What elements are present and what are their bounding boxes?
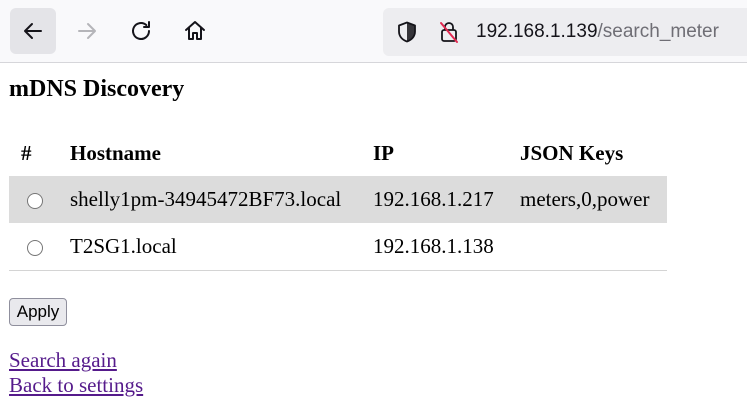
back-button[interactable]	[10, 8, 56, 54]
table-row[interactable]: shelly1pm-34945472BF73.local 192.168.1.2…	[9, 176, 667, 223]
json-keys-cell: meters,0,power	[508, 176, 667, 223]
back-arrow-icon	[24, 23, 42, 39]
table-row[interactable]: T2SG1.local 192.168.1.138	[9, 223, 667, 271]
url-host: 192.168.1.139	[476, 21, 598, 42]
back-to-settings-link[interactable]: Back to settings	[9, 373, 143, 398]
column-header-json-keys: JSON Keys	[520, 140, 624, 165]
hostname-cell: shelly1pm-34945472BF73.local	[58, 176, 361, 223]
address-bar[interactable]: 192.168.1.139/search_meter	[383, 8, 747, 56]
hostname-cell: T2SG1.local	[58, 223, 361, 271]
column-header-number: #	[21, 140, 32, 165]
row-select-cell	[9, 176, 58, 223]
json-keys-cell	[508, 223, 667, 271]
shield-icon[interactable]	[395, 20, 419, 44]
url-text[interactable]: 192.168.1.139/search_meter	[476, 20, 719, 44]
forward-arrow-icon	[78, 23, 96, 39]
home-icon	[185, 21, 205, 40]
row-radio-button[interactable]	[27, 240, 43, 257]
column-header-hostname: Hostname	[70, 140, 161, 165]
home-button[interactable]	[172, 8, 218, 54]
ip-cell: 192.168.1.217	[361, 176, 508, 223]
row-radio-button[interactable]	[27, 193, 43, 210]
insecure-lock-icon[interactable]	[437, 20, 461, 44]
page-title: mDNS Discovery	[9, 76, 185, 102]
search-again-link[interactable]: Search again	[9, 348, 117, 373]
ip-cell: 192.168.1.138	[361, 223, 508, 271]
discovery-table: # Hostname IP JSON Keys shelly1pm-349454…	[9, 130, 667, 271]
browser-toolbar: 192.168.1.139/search_meter	[0, 0, 747, 63]
url-path: /search_meter	[597, 21, 719, 42]
forward-button[interactable]	[64, 8, 110, 54]
row-select-cell	[9, 223, 58, 271]
reload-button[interactable]	[118, 8, 164, 54]
reload-icon	[132, 21, 150, 40]
apply-button[interactable]: Apply	[9, 298, 67, 326]
column-header-ip: IP	[373, 140, 394, 165]
table-header-row: # Hostname IP JSON Keys	[9, 130, 667, 176]
